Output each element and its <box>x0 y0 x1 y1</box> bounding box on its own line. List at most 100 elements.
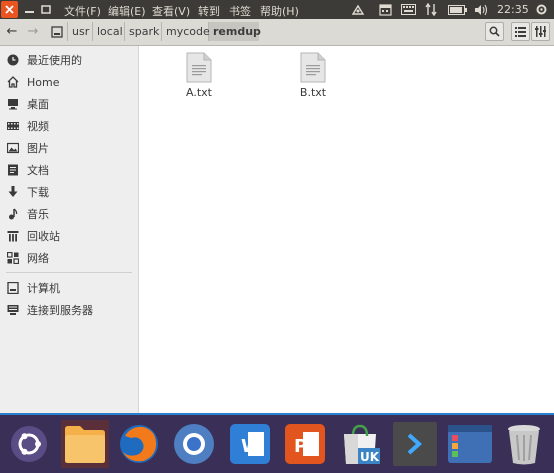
sidebar-item-videos[interactable]: 视频 <box>0 116 138 136</box>
files-app-icon <box>65 426 105 463</box>
svg-text:W: W <box>241 436 261 457</box>
sidebar-item-downloads[interactable]: 下载 <box>0 182 138 202</box>
trash-icon <box>508 425 540 465</box>
toolbar: ← → usr local spark mycode remdup <box>0 19 554 46</box>
sidebar-item-label: 视频 <box>27 120 49 133</box>
maximize-window-button[interactable] <box>39 1 53 18</box>
sidebar-item-documents[interactable]: 文档 <box>0 160 138 180</box>
sidebar-item-label: 下载 <box>27 186 49 199</box>
download-icon <box>6 185 20 199</box>
workspace-switcher-icon <box>448 425 492 463</box>
dock-files[interactable] <box>61 420 109 468</box>
ubuntu-kylin-store-icon: UK <box>344 424 380 464</box>
wps-writer-icon: W <box>230 424 270 464</box>
menu-view[interactable]: 查看(V) <box>152 3 190 19</box>
sidebar-item-label: 网络 <box>27 252 49 265</box>
drive-icon <box>51 25 63 38</box>
sidebar-item-recent[interactable]: 最近使用的 <box>0 50 138 70</box>
breadcrumb-remdup[interactable]: remdup <box>209 22 261 41</box>
breadcrumb-local[interactable]: local <box>93 22 125 41</box>
close-window-button[interactable] <box>1 1 18 18</box>
sidebar-item-desktop[interactable]: 桌面 <box>0 94 138 114</box>
battery-icon[interactable] <box>447 2 467 17</box>
terminal-icon <box>393 422 437 466</box>
pictures-icon <box>6 141 20 155</box>
video-icon <box>6 119 20 133</box>
settings-icon[interactable] <box>533 2 549 17</box>
list-view-icon <box>515 27 526 37</box>
sidebar-item-home[interactable]: Home <box>0 72 138 92</box>
minimize-icon <box>24 11 34 13</box>
keyboard-icon[interactable] <box>400 2 417 17</box>
recent-icon <box>6 53 20 67</box>
file-name: A.txt <box>186 86 212 99</box>
sidebar-item-label: 计算机 <box>27 282 60 295</box>
chromium-icon <box>174 424 214 464</box>
menu-go[interactable]: 转到 <box>198 3 220 19</box>
back-button[interactable]: ← <box>3 22 21 41</box>
dock-wps-writer[interactable]: W <box>226 420 274 468</box>
breadcrumb-root-button[interactable] <box>47 22 68 41</box>
text-file-icon <box>186 52 212 83</box>
clock[interactable]: 22:35 <box>497 3 529 16</box>
search-button[interactable] <box>485 22 504 41</box>
file-item[interactable]: B.txt <box>283 46 343 99</box>
breadcrumb-mycode[interactable]: mycode <box>162 22 210 41</box>
sidebar-item-label: 文档 <box>27 164 49 177</box>
network-icon[interactable] <box>424 2 438 17</box>
sidebar-item-computer[interactable]: 计算机 <box>0 278 138 298</box>
ubuntu-logo-icon <box>11 426 47 462</box>
text-file-icon <box>300 52 326 83</box>
sidebar: 最近使用的 Home 桌面 视频 图片 文档 下载 音乐 回收站 网络 计算机 <box>0 46 139 413</box>
app-indicator-icon[interactable] <box>350 2 366 17</box>
menu-file[interactable]: 文件(F) <box>64 3 101 19</box>
dock-chromium[interactable] <box>170 420 218 468</box>
calendar-icon[interactable] <box>377 2 393 17</box>
file-name: B.txt <box>299 86 327 99</box>
top-panel: 文件(F) 编辑(E) 查看(V) 转到 书签 帮助(H) 22:35 <box>0 0 554 19</box>
dock-software-store[interactable]: UK <box>336 420 384 468</box>
dock: W P UK <box>0 413 554 473</box>
sidebar-item-trash[interactable]: 回收站 <box>0 226 138 246</box>
minimize-window-button[interactable] <box>22 1 36 18</box>
menu-help[interactable]: 帮助(H) <box>260 3 299 19</box>
sidebar-divider <box>6 272 132 273</box>
dock-ubuntu-launcher[interactable] <box>5 420 53 468</box>
sidebar-item-label: Home <box>27 75 60 89</box>
computer-icon <box>6 281 20 295</box>
sidebar-item-label: 回收站 <box>27 230 60 243</box>
dock-firefox[interactable] <box>115 420 163 468</box>
options-icon <box>535 26 546 37</box>
breadcrumb-spark[interactable]: spark <box>125 22 162 41</box>
network-icon <box>6 251 20 265</box>
file-view[interactable]: A.txt B.txt <box>139 46 554 413</box>
documents-icon <box>6 163 20 177</box>
list-view-button[interactable] <box>511 22 530 41</box>
forward-button[interactable]: → <box>24 22 42 41</box>
svg-text:UK: UK <box>360 450 380 464</box>
sidebar-item-music[interactable]: 音乐 <box>0 204 138 224</box>
search-icon <box>489 26 500 37</box>
sidebar-item-label: 音乐 <box>27 208 49 221</box>
dock-trash[interactable] <box>500 420 548 468</box>
wps-presentation-icon: P <box>285 424 325 464</box>
sidebar-item-pictures[interactable]: 图片 <box>0 138 138 158</box>
sidebar-item-label: 最近使用的 <box>27 54 82 67</box>
dock-terminal[interactable] <box>391 420 439 468</box>
view-options-button[interactable] <box>531 22 550 41</box>
sidebar-item-connect-server[interactable]: 连接到服务器 <box>0 300 138 320</box>
menu-edit[interactable]: 编辑(E) <box>108 3 146 19</box>
breadcrumb-usr[interactable]: usr <box>68 22 93 41</box>
svg-text:P: P <box>294 436 307 457</box>
music-icon <box>6 207 20 221</box>
sidebar-item-network[interactable]: 网络 <box>0 248 138 268</box>
volume-icon[interactable] <box>473 2 489 17</box>
sidebar-item-label: 桌面 <box>27 98 49 111</box>
menu-bookmarks[interactable]: 书签 <box>229 3 251 19</box>
dock-wps-presentation[interactable]: P <box>281 420 329 468</box>
file-item[interactable]: A.txt <box>169 46 229 99</box>
sidebar-item-label: 图片 <box>27 142 49 155</box>
arrow-left-icon: ← <box>6 24 18 39</box>
maximize-icon <box>41 5 51 14</box>
dock-workspace-switcher[interactable] <box>446 420 494 468</box>
